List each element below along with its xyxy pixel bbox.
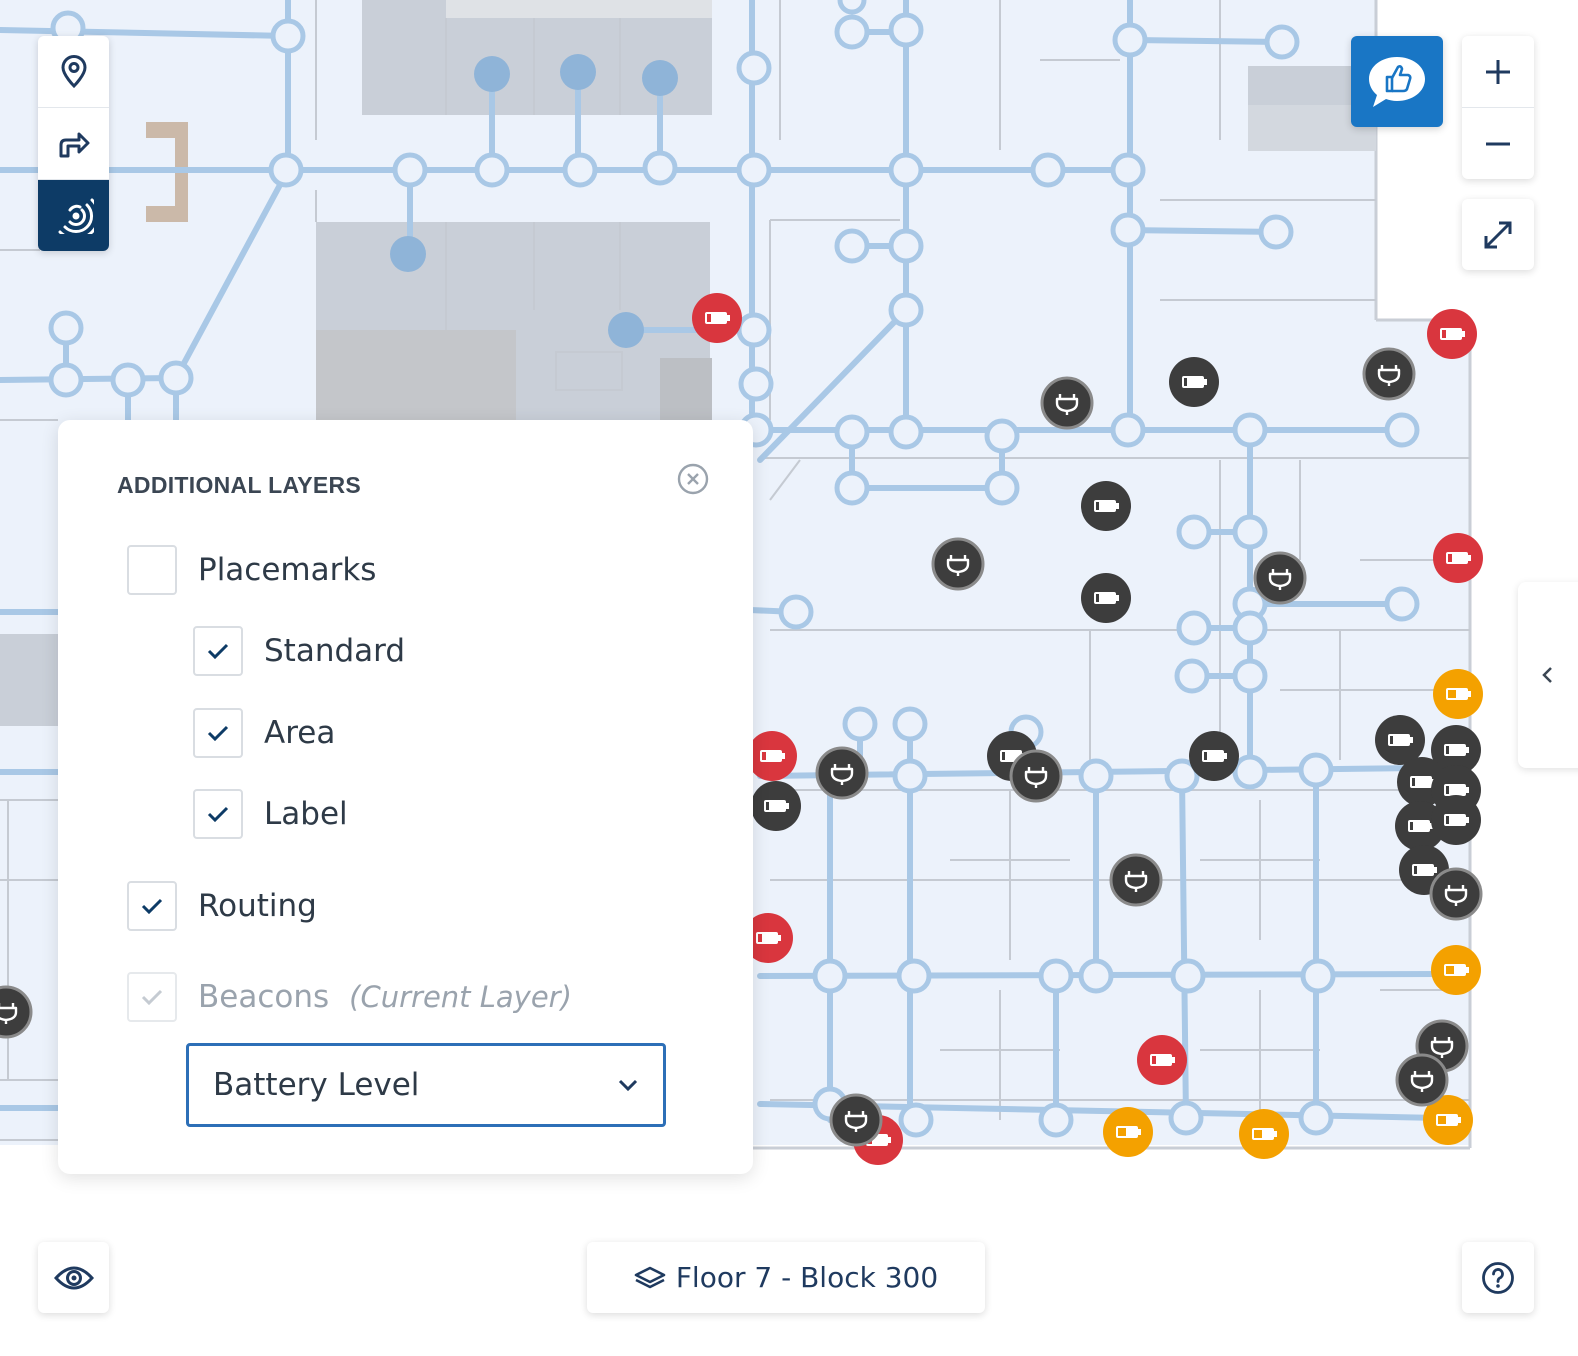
beacon-view-selected: Battery Level (213, 1067, 420, 1103)
power-beacon-marker-neutral[interactable] (1253, 551, 1307, 605)
layer-row-area: Area (193, 708, 335, 758)
checkmark-icon (207, 725, 229, 741)
help-button[interactable] (1462, 1242, 1534, 1313)
checkmark-icon (207, 806, 229, 822)
battery-beacon-marker-low[interactable] (747, 731, 797, 781)
layer-row-standard: Standard (193, 626, 405, 676)
power-beacon-marker-neutral[interactable] (1429, 867, 1483, 921)
power-beacon-marker-neutral[interactable] (815, 746, 869, 800)
battery-beacon-marker-unknown[interactable] (1169, 357, 1219, 407)
battery-beacon-marker-medium[interactable] (1433, 669, 1483, 719)
minus-icon (1486, 142, 1510, 145)
chevron-down-icon (618, 1079, 638, 1092)
plus-icon (1486, 59, 1510, 84)
battery-beacon-marker-low[interactable] (1137, 1035, 1187, 1085)
checkmark-icon (141, 898, 163, 914)
layer-row-beacons: Beacons (Current Layer) (127, 972, 572, 1022)
checkmark-icon (207, 643, 229, 659)
layer-row-placemarks: Placemarks (127, 545, 376, 595)
location-pin-icon (60, 54, 87, 88)
battery-beacon-marker-medium[interactable] (1239, 1109, 1289, 1159)
battery-beacon-marker-medium[interactable] (1103, 1107, 1153, 1157)
power-beacon-marker-neutral[interactable] (1040, 376, 1094, 430)
layer-row-routing: Routing (127, 881, 317, 931)
power-beacon-marker-neutral[interactable] (931, 537, 985, 591)
routing-checkbox[interactable] (127, 881, 177, 931)
power-beacon-marker-neutral[interactable] (1109, 853, 1163, 907)
label-checkbox[interactable] (193, 789, 243, 839)
route-arrow-icon (59, 132, 89, 157)
battery-beacon-marker-unknown[interactable] (1431, 795, 1481, 845)
power-beacon-marker-neutral[interactable] (829, 1093, 883, 1147)
battery-beacon-marker-unknown[interactable] (1081, 481, 1131, 531)
chevron-left-icon (1542, 667, 1552, 683)
fullscreen-button[interactable] (1462, 199, 1534, 270)
zoom-in-button[interactable] (1462, 36, 1534, 108)
close-circle-icon (677, 463, 709, 495)
layer-label: Label (264, 796, 348, 832)
thumbs-up-icon (1369, 56, 1425, 107)
help-icon (1482, 1261, 1514, 1294)
map-toolbar (38, 36, 109, 251)
battery-beacon-marker-unknown[interactable] (1081, 573, 1131, 623)
side-panel-toggle[interactable] (1518, 582, 1578, 768)
standard-checkbox[interactable] (193, 626, 243, 676)
beacon-tool-button[interactable] (38, 180, 109, 251)
floor-label: Floor 7 - Block 300 (675, 1261, 939, 1294)
battery-beacon-marker-unknown[interactable] (1189, 731, 1239, 781)
area-checkbox[interactable] (193, 708, 243, 758)
battery-beacon-marker-low[interactable] (692, 293, 742, 343)
layer-label: Standard (264, 633, 406, 669)
layer-label: Routing (198, 888, 317, 924)
battery-beacon-marker-low[interactable] (1427, 309, 1477, 359)
placemark-tool-button[interactable] (38, 36, 109, 108)
placemarks-checkbox[interactable] (127, 545, 177, 595)
power-beacon-marker-neutral[interactable] (1362, 347, 1416, 401)
checkmark-icon (141, 989, 163, 1005)
beacons-checkbox (127, 972, 177, 1022)
layer-label: Area (264, 715, 336, 751)
eye-icon (53, 1266, 94, 1289)
layer-label: Placemarks (198, 552, 377, 588)
beacon-view-select[interactable]: Battery Level (186, 1043, 666, 1127)
visibility-toggle-button[interactable] (38, 1242, 109, 1313)
power-beacon-marker-neutral[interactable] (1395, 1053, 1449, 1107)
zoom-controls (1462, 36, 1534, 179)
power-beacon-marker-neutral[interactable] (1009, 749, 1063, 803)
close-panel-button[interactable] (676, 462, 710, 496)
expand-icon (1484, 221, 1512, 248)
routing-tool-button[interactable] (38, 108, 109, 180)
zoom-out-button[interactable] (1462, 108, 1534, 179)
layer-label: Beacons (198, 979, 330, 1015)
layers-icon (634, 1266, 666, 1288)
beacon-signal-icon (58, 198, 94, 234)
layer-row-label: Label (193, 789, 348, 839)
additional-layers-panel: ADDITIONAL LAYERS Placemarks Standard Ar… (58, 420, 753, 1174)
battery-beacon-marker-unknown[interactable] (751, 781, 801, 831)
battery-beacon-marker-medium[interactable] (1431, 945, 1481, 995)
current-layer-note: (Current Layer) (349, 980, 572, 1014)
floor-selector-button[interactable]: Floor 7 - Block 300 (587, 1242, 985, 1313)
feedback-button[interactable] (1351, 36, 1443, 127)
battery-beacon-marker-low[interactable] (1433, 533, 1483, 583)
panel-title: ADDITIONAL LAYERS (117, 472, 362, 498)
